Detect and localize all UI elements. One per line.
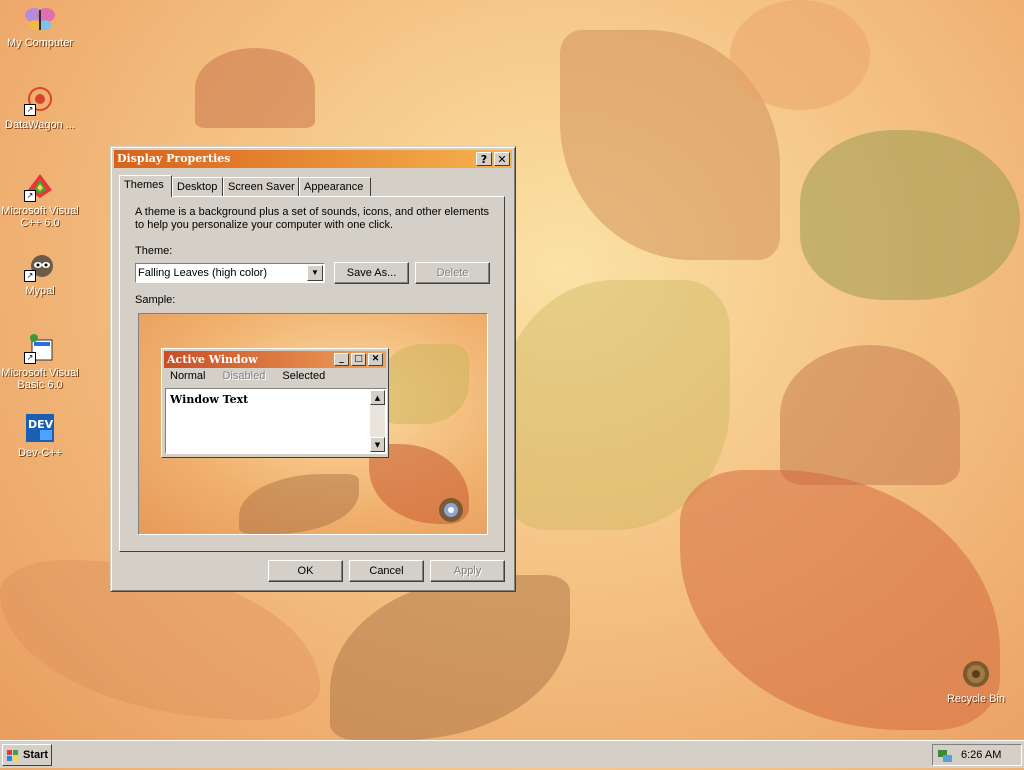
desktop-icon-visual-cpp[interactable]: ↗ Microsoft Visual C++ 6.0 [0, 170, 80, 229]
theme-description: A theme is a background plus a set of so… [135, 206, 490, 231]
shortcut-arrow-icon: ↗ [24, 270, 36, 282]
desktop-icon-dev-cpp[interactable]: DEV Dev-C++ [0, 412, 80, 459]
tab-screen-saver[interactable]: Screen Saver [223, 177, 299, 196]
scroll-down-icon: ▼ [370, 437, 385, 452]
top-leaf-decoration [730, 0, 870, 110]
cancel-button[interactable]: Cancel [349, 560, 424, 582]
sample-window-titlebar: Active Window _ □ ✕ [164, 351, 386, 368]
sample-menu-normal: Normal [170, 370, 206, 382]
brown-leaf-decoration [330, 575, 570, 740]
clock[interactable]: 6:26 AM [961, 745, 1001, 765]
theme-label: Theme: [135, 245, 173, 257]
apply-button[interactable]: Apply [430, 560, 505, 582]
taskbar: Start 6:26 AM [0, 740, 1024, 768]
desktop-icon-label: Mypal [25, 285, 55, 297]
raccoon-mypal-icon: ↗ [24, 250, 56, 282]
ginkgo-leaf-decoration-right [780, 345, 960, 485]
desktop-icon-recycle-bin[interactable]: Recycle Bin [936, 658, 1016, 705]
desktop-icon-my-computer[interactable]: My Computer [0, 2, 80, 49]
window-title: Display Properties [117, 152, 231, 165]
dev-cpp-icon: DEV [24, 412, 56, 444]
datawagon-icon: ↗ [24, 84, 56, 116]
recycle-bin-sample-icon [437, 496, 465, 527]
butterfly-computer-icon [24, 2, 56, 34]
window-titlebar[interactable]: Display Properties ? ✕ [114, 150, 512, 168]
ginkgo-leaf-decoration [195, 48, 315, 128]
desktop-icon-label: Microsoft Visual Basic 6.0 [1, 367, 79, 391]
sample-leaf-decoration [379, 344, 469, 424]
desktop-icon-label: Recycle Bin [946, 693, 1006, 705]
sample-menu-disabled: Disabled [222, 370, 266, 382]
theme-select[interactable]: Falling Leaves (high color) ▼ [135, 263, 325, 283]
theme-sample-preview: Active Window _ □ ✕ Normal Disabled Sele… [138, 313, 488, 535]
network-tray-icon[interactable] [937, 747, 953, 770]
sample-scrollbar: ▲ ▼ [370, 390, 385, 452]
shortcut-arrow-icon: ↗ [24, 190, 36, 202]
sample-active-window: Active Window _ □ ✕ Normal Disabled Sele… [161, 348, 389, 458]
sample-window-title: Active Window [167, 353, 258, 366]
theme-select-value: Falling Leaves (high color) [138, 267, 268, 279]
desktop-icon-visual-basic[interactable]: ↗ Microsoft Visual Basic 6.0 [0, 332, 80, 391]
system-tray: 6:26 AM [932, 744, 1022, 766]
desktop-icon-label: Microsoft Visual C++ 6.0 [1, 205, 79, 229]
tab-appearance[interactable]: Appearance [299, 177, 371, 196]
minimize-icon: _ [334, 353, 349, 366]
shortcut-arrow-icon: ↗ [24, 352, 36, 364]
delete-button[interactable]: Delete [415, 262, 490, 284]
shortcut-arrow-icon: ↗ [24, 104, 36, 116]
desktop-icon-label: DataWagon ... [5, 119, 75, 131]
recycle-bin-icon [960, 658, 992, 690]
close-icon: ✕ [368, 353, 383, 366]
svg-text:DEV: DEV [28, 418, 54, 431]
start-button[interactable]: Start [2, 744, 52, 766]
sample-window-text-area: Window Text ▲ ▼ [165, 388, 387, 454]
sample-menu-selected: Selected [282, 370, 326, 382]
scroll-up-icon: ▲ [370, 390, 385, 405]
visual-basic-icon: ↗ [24, 332, 56, 364]
desktop-icon-label: My Computer [6, 37, 74, 49]
close-button[interactable]: ✕ [494, 152, 510, 166]
maximize-icon: □ [351, 353, 366, 366]
oak-leaf-decoration [800, 130, 1020, 300]
ok-button[interactable]: OK [268, 560, 343, 582]
desktop-icon-datawagon[interactable]: ↗ DataWagon ... [0, 84, 80, 131]
display-properties-window[interactable]: Display Properties ? ✕ Themes Desktop Sc… [110, 146, 516, 592]
themes-panel: A theme is a background plus a set of so… [119, 196, 505, 552]
tab-themes[interactable]: Themes [119, 175, 172, 197]
tab-desktop[interactable]: Desktop [172, 177, 223, 196]
help-button[interactable]: ? [476, 152, 492, 166]
sample-brown-leaf-decoration [239, 474, 359, 534]
desktop-icon-label: Dev-C++ [17, 447, 63, 459]
windows-logo-icon [7, 749, 19, 761]
sample-menu-bar: Normal Disabled Selected [170, 370, 339, 382]
chevron-down-icon[interactable]: ▼ [307, 265, 323, 281]
save-as-button[interactable]: Save As... [334, 262, 409, 284]
start-label: Start [23, 749, 49, 761]
sample-label: Sample: [135, 294, 176, 306]
visual-cpp-icon: ↗ [24, 170, 56, 202]
desktop-icon-mypal[interactable]: ↗ Mypal [0, 250, 80, 297]
sample-window-text: Window Text [170, 393, 249, 406]
